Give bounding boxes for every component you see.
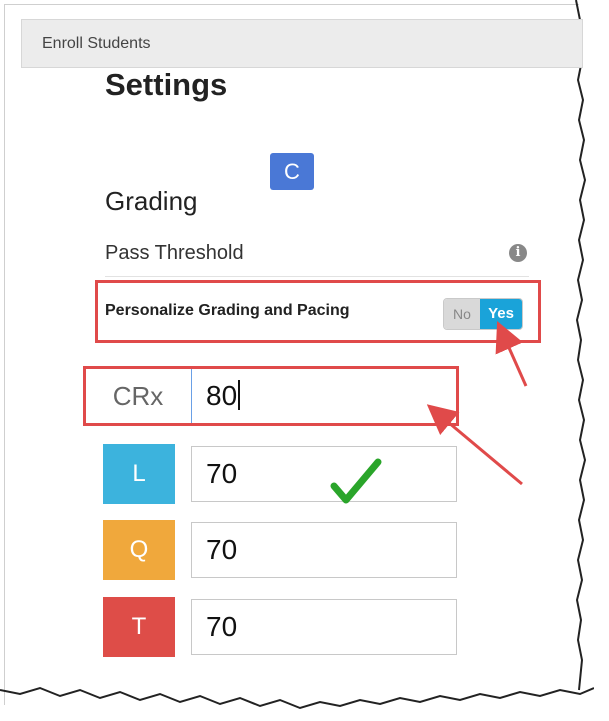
arrow-to-toggle-icon — [495, 321, 528, 387]
arrow-to-crx-icon — [426, 404, 523, 486]
annotation-overlay — [330, 321, 528, 504]
checkmark-icon — [330, 458, 382, 504]
